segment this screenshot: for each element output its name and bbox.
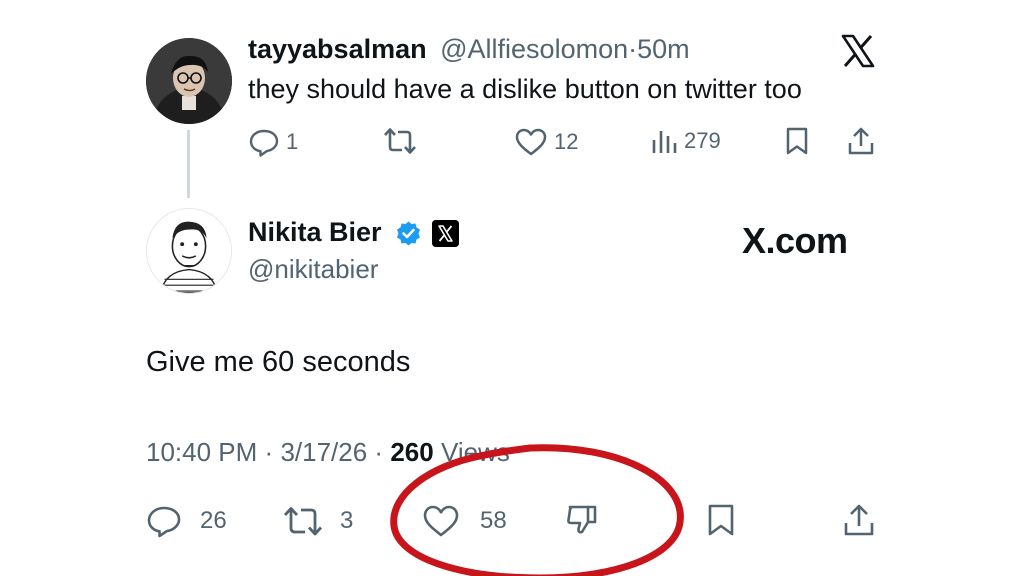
meta-separator: · [264,437,274,467]
annotation-circle [390,444,684,576]
share-icon [848,127,874,155]
parent-like-count: 12 [554,129,579,154]
views-icon [652,131,677,153]
main-bookmark-button[interactable] [706,502,736,538]
heart-icon [515,128,547,156]
parent-views-button[interactable]: 279 [650,126,721,156]
main-handle[interactable]: @nikitabier [248,254,378,285]
main-tweet-text: Give me 60 seconds [146,346,411,378]
main-repost-count: 3 [340,507,354,534]
verified-badge-icon [395,220,422,247]
parent-bookmark-button[interactable] [784,126,810,156]
main-avatar[interactable] [146,208,232,294]
parent-reply-count: 1 [286,129,299,154]
parent-separator: · [628,34,638,64]
parent-display-name[interactable]: tayyabsalman [248,34,427,64]
main-reply-button[interactable]: 26 [146,504,227,538]
x-affiliate-badge-icon [431,220,459,248]
repost-icon [384,128,416,154]
share-icon [844,504,874,536]
parent-avatar[interactable] [146,38,232,124]
x-com-brand: X.com [742,220,848,261]
main-tweet-header: Nikita Bier [248,217,459,248]
parent-time-ago[interactable]: 50m [637,34,690,64]
bookmark-icon [786,127,808,155]
main-share-button[interactable] [842,502,876,538]
parent-tweet-text: they should have a dislike button on twi… [248,74,802,104]
reply-icon [249,129,279,157]
parent-share-button[interactable] [846,126,876,156]
tweet-date[interactable]: 3/17/26 [280,437,367,467]
bookmark-icon [708,504,734,536]
tweet-time[interactable]: 10:40 PM [146,437,257,467]
thread-connector-line [187,130,190,198]
x-logo-icon[interactable] [840,33,876,69]
main-repost-button[interactable]: 3 [282,504,353,538]
main-reply-count: 26 [200,507,227,534]
main-display-name[interactable]: Nikita Bier [248,217,382,247]
parent-reply-button[interactable]: 1 [248,127,298,157]
parent-handle[interactable]: @Allfiesolomon [440,34,628,64]
x-com-brand-text: X.com [742,220,848,261]
parent-views-count: 279 [684,128,721,153]
parent-repost-button[interactable] [382,126,418,156]
reply-icon [147,506,181,538]
repost-icon [283,507,323,536]
parent-like-button[interactable]: 12 [514,127,578,157]
parent-tweet-header: tayyabsalman @Allfiesolomon·50m [248,34,690,65]
